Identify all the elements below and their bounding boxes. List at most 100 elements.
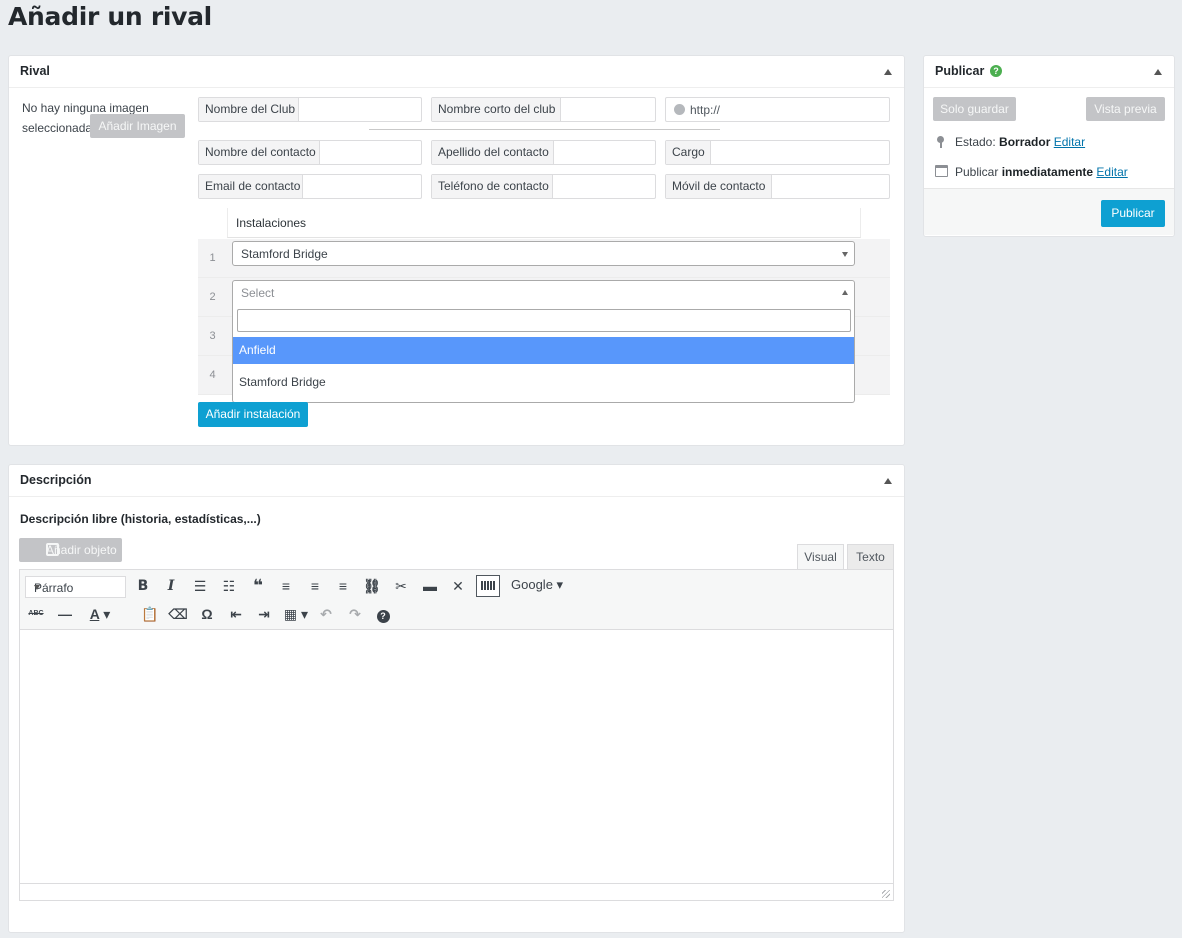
tab-text[interactable]: Texto <box>847 544 894 569</box>
save-draft-button[interactable]: Solo guardar <box>933 97 1016 121</box>
row-number: 2 <box>209 291 216 303</box>
contact-phone-label: Teléfono de contacto <box>432 175 553 198</box>
contact-email-field[interactable]: Email de contacto <box>198 174 422 199</box>
contact-phone-field[interactable]: Teléfono de contacto <box>431 174 656 199</box>
club-name-label: Nombre del Club <box>199 98 299 121</box>
align-center-icon[interactable]: ≡ <box>305 576 325 596</box>
edit-status-link[interactable]: Editar <box>1054 135 1085 149</box>
dropdown-option[interactable]: Anfield <box>233 337 854 364</box>
globe-icon <box>674 104 685 115</box>
installation-select-2[interactable]: Select <box>232 280 855 305</box>
help-icon[interactable]: ? <box>373 604 393 624</box>
description-box-title: Descripción <box>20 473 92 487</box>
contact-surname-field[interactable]: Apellido del contacto <box>431 140 656 165</box>
divider <box>369 129 720 130</box>
dropdown-search-input[interactable] <box>237 309 851 332</box>
read-more-icon[interactable]: ▬ <box>420 576 440 596</box>
description-box: Descripción Descripción libre (historia,… <box>8 464 905 933</box>
numbered-list-icon[interactable]: ☷ <box>219 576 239 596</box>
website-placeholder: http:// <box>690 103 721 117</box>
edit-publish-time-link[interactable]: Editar <box>1096 165 1127 179</box>
row-number: 3 <box>209 330 216 342</box>
row-number: 1 <box>209 252 216 264</box>
publish-box-title: Publicar <box>935 64 985 78</box>
collapse-arrow-icon[interactable] <box>884 478 892 484</box>
collapse-arrow-icon[interactable] <box>884 69 892 75</box>
club-name-field[interactable]: Nombre del Club <box>198 97 422 122</box>
publish-time-line: Publicar inmediatamente Editar <box>955 165 1128 179</box>
redo-icon[interactable]: ↷ <box>345 604 365 624</box>
installations-header-label: Instalaciones <box>236 216 307 230</box>
page-title: Añadir un rival <box>8 2 212 31</box>
collapse-arrow-icon[interactable] <box>1154 69 1162 75</box>
installation-dropdown: Anfield Stamford Bridge <box>232 304 855 403</box>
contact-name-field[interactable]: Nombre del contacto <box>198 140 422 165</box>
contact-mobile-label: Móvil de contacto <box>666 175 772 198</box>
resize-handle-icon[interactable] <box>882 890 890 898</box>
position-label: Cargo <box>666 141 711 164</box>
italic-icon[interactable]: I <box>161 576 181 596</box>
status-value: Borrador <box>999 135 1051 149</box>
installations-header: Instalaciones <box>227 208 861 238</box>
contact-name-label: Nombre del contacto <box>199 141 320 164</box>
add-installation-button[interactable]: Añadir instalación <box>198 402 308 427</box>
format-select[interactable]: Párrafo <box>25 576 126 598</box>
align-right-icon[interactable]: ≡ <box>333 576 353 596</box>
add-media-button[interactable]: Añadir objeto <box>19 538 122 562</box>
publish-box-header[interactable]: Publicar ? <box>924 56 1174 88</box>
paste-text-icon[interactable]: 📋 <box>140 604 160 624</box>
contact-mobile-field[interactable]: Móvil de contacto <box>665 174 890 199</box>
publish-button[interactable]: Publicar <box>1101 200 1165 227</box>
description-box-header[interactable]: Descripción <box>9 465 904 497</box>
add-media-label: Añadir objeto <box>46 543 117 557</box>
bullet-list-icon[interactable]: ☰ <box>190 576 210 596</box>
publish-box: Publicar ? Solo guardar Vista previa Est… <box>923 55 1175 237</box>
publish-footer: Publicar <box>924 188 1174 235</box>
text-color-icon[interactable]: A ▾ <box>83 604 117 624</box>
installation-select-1[interactable]: Stamford Bridge <box>232 241 855 266</box>
chevron-down-icon <box>34 585 40 590</box>
contact-surname-label: Apellido del contacto <box>432 141 554 164</box>
club-short-name-field[interactable]: Nombre corto del club <box>431 97 656 122</box>
rival-box-title: Rival <box>20 64 50 78</box>
publish-time-value: inmediatamente <box>1001 165 1094 179</box>
tab-visual[interactable]: Visual <box>797 544 844 569</box>
fullscreen-icon[interactable]: ✕ <box>448 576 468 596</box>
calendar-icon <box>935 165 948 177</box>
indent-icon[interactable]: ⇥ <box>254 604 274 624</box>
font-menu[interactable]: Google ▾ <box>511 577 563 593</box>
toolbar-toggle-icon[interactable] <box>476 575 500 597</box>
preview-button[interactable]: Vista previa <box>1086 97 1165 121</box>
strikethrough-icon[interactable]: ABC <box>26 604 46 624</box>
rival-box-header[interactable]: Rival <box>9 56 904 88</box>
chevron-up-icon <box>842 290 848 295</box>
bold-icon[interactable]: B <box>133 576 153 596</box>
club-short-name-label: Nombre corto del club <box>432 98 561 121</box>
row-number: 4 <box>209 369 216 381</box>
blockquote-icon[interactable]: ❝ <box>248 576 268 596</box>
position-field[interactable]: Cargo <box>665 140 890 165</box>
help-icon[interactable]: ? <box>990 65 1002 77</box>
installation-select-2-placeholder: Select <box>241 286 275 300</box>
clear-formatting-icon[interactable]: ⌫ <box>168 604 188 624</box>
undo-icon[interactable]: ↶ <box>316 604 336 624</box>
installation-select-1-value: Stamford Bridge <box>241 247 328 261</box>
unlink-icon[interactable]: ✂ <box>391 576 411 596</box>
pin-icon-stem <box>940 142 942 148</box>
status-line: Estado: Borrador Editar <box>955 135 1086 149</box>
horizontal-line-icon[interactable]: — <box>55 604 75 624</box>
table-icon[interactable]: ▦ ▾ <box>280 604 312 624</box>
description-label: Descripción libre (historia, estadística… <box>20 512 261 526</box>
link-icon[interactable]: ⛓ <box>362 576 382 596</box>
editor-toolbar: Párrafo B I ☰ ☷ ❝ ≡ ≡ ≡ ⛓ ✂ ▬ ✕ Google ▾… <box>19 569 894 630</box>
dropdown-option[interactable]: Stamford Bridge <box>233 369 854 396</box>
editor-status-bar <box>20 883 893 900</box>
contact-email-label: Email de contacto <box>199 175 303 198</box>
editor-content-area[interactable] <box>19 630 894 901</box>
chevron-down-icon <box>842 252 848 257</box>
special-character-icon[interactable]: Ω <box>197 604 217 624</box>
website-field[interactable]: http:// <box>665 97 890 122</box>
add-image-button[interactable]: Añadir Imagen <box>90 114 185 138</box>
outdent-icon[interactable]: ⇤ <box>226 604 246 624</box>
align-left-icon[interactable]: ≡ <box>276 576 296 596</box>
